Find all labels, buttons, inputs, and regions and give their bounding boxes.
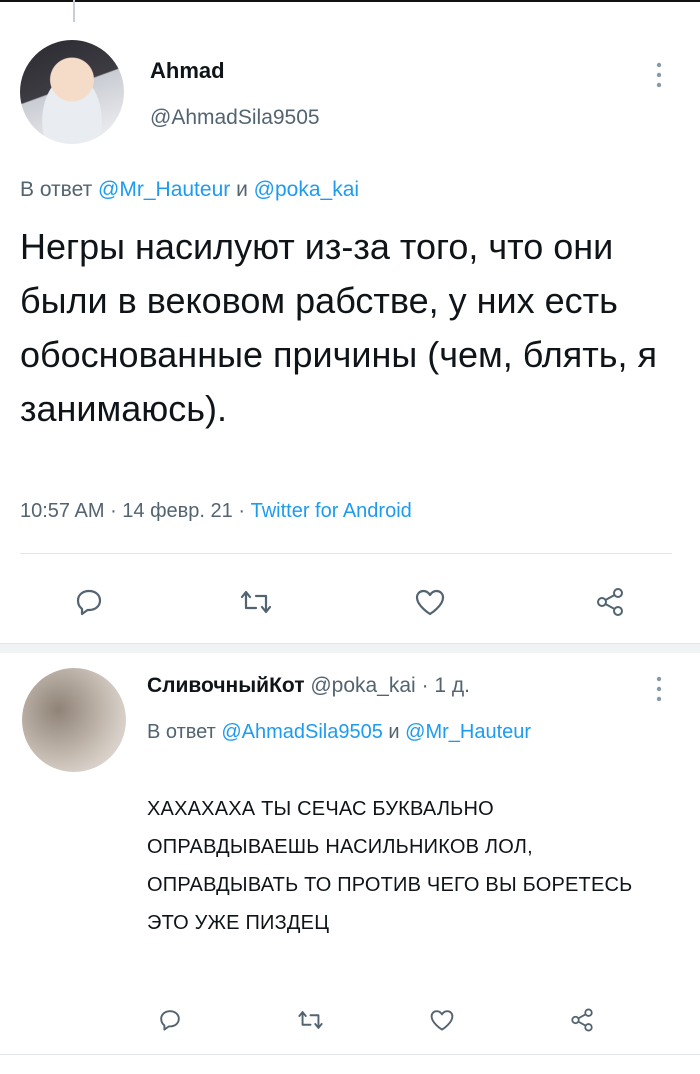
reply-icon[interactable]	[150, 1000, 190, 1040]
reply-and: и	[388, 721, 400, 743]
main-tweet-actions	[0, 582, 700, 622]
reply-prefix: В ответ	[147, 721, 216, 743]
reply-author-handle[interactable]: @poka_kai	[310, 674, 415, 697]
more-vertical-icon[interactable]	[652, 674, 666, 704]
mention-link[interactable]: @Mr_Hauteur	[405, 721, 531, 743]
more-vertical-icon[interactable]	[652, 60, 666, 90]
mention-link[interactable]: @Mr_Hauteur	[98, 178, 230, 201]
reply-reply-context: В ответ @AhmadSila9505 и @Mr_Hauteur	[147, 714, 607, 750]
retweet-icon[interactable]	[290, 1000, 330, 1040]
reply-icon[interactable]	[69, 582, 109, 622]
tweet-date[interactable]: 14 февр. 21	[122, 500, 233, 522]
share-icon[interactable]	[590, 582, 630, 622]
section-divider	[0, 643, 700, 653]
main-author-avatar[interactable]	[20, 40, 124, 144]
mention-link[interactable]: @poka_kai	[254, 178, 359, 201]
reply-author-avatar[interactable]	[22, 668, 126, 772]
main-author-handle[interactable]: @AhmadSila9505	[150, 106, 320, 130]
reply-age[interactable]: 1 д.	[434, 674, 470, 697]
tweet-client[interactable]: Twitter for Android	[251, 500, 412, 522]
like-icon[interactable]	[410, 582, 450, 622]
main-author-name[interactable]: Ahmad	[150, 58, 225, 84]
mention-link[interactable]: @AhmadSila9505	[221, 721, 383, 743]
share-icon[interactable]	[562, 1000, 602, 1040]
main-tweet-meta: 10:57 AM · 14 февр. 21 · Twitter for And…	[20, 500, 412, 522]
retweet-icon[interactable]	[236, 582, 276, 622]
reply-prefix: В ответ	[20, 178, 93, 201]
divider	[20, 553, 672, 554]
reply-author-line: СливочныйКот @poka_kai · 1 д.	[147, 674, 471, 697]
reply-tweet-actions	[0, 1000, 700, 1040]
main-reply-context: В ответ @Mr_Hauteur и @poka_kai	[20, 178, 359, 202]
like-icon[interactable]	[422, 1000, 462, 1040]
tweet-time[interactable]: 10:57 AM	[20, 500, 105, 522]
reply-author-name[interactable]: СливочныйКот	[147, 674, 304, 697]
main-tweet-text: Негры насилуют из-за того, что они были …	[20, 226, 657, 429]
top-border	[0, 0, 700, 2]
reply-and: и	[236, 178, 248, 201]
thread-connector-line	[73, 0, 75, 22]
reply-tweet-text: ХАХАХАХА ТЫ СЕЧАС БУКВАЛЬНО ОПРАВДЫВАЕШЬ…	[147, 798, 633, 934]
divider	[0, 1054, 700, 1055]
